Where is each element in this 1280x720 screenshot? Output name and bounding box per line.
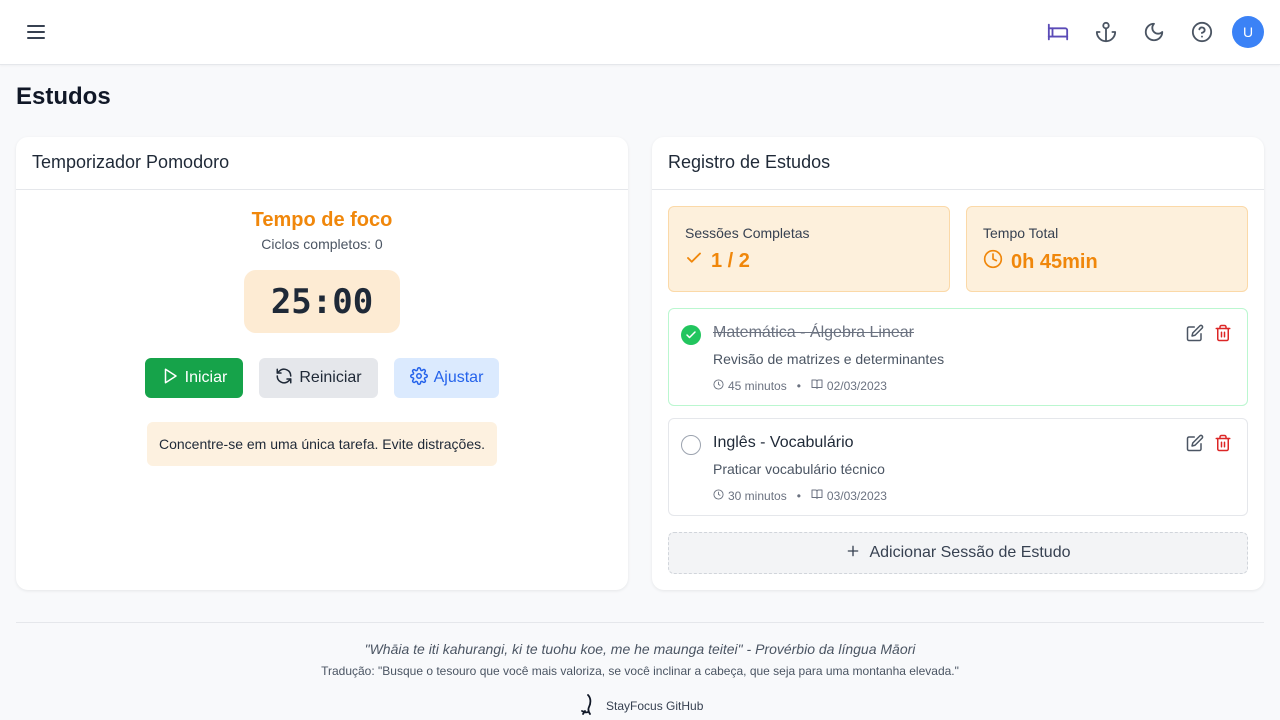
footer-translation: Tradução: "Busque o tesouro que você mai…: [321, 664, 959, 678]
time-stat: Tempo Total 0h 45min: [966, 206, 1248, 292]
anchor-icon[interactable]: [1094, 20, 1118, 44]
timer-display: 25:00: [244, 270, 400, 333]
edit-icon[interactable]: [1186, 324, 1204, 342]
reset-button[interactable]: Reiniciar: [259, 358, 378, 398]
adjust-button-label: Ajustar: [433, 369, 484, 386]
sessions-stat-value-row: 1 / 2: [685, 249, 933, 273]
reset-button-label: Reiniciar: [299, 369, 362, 386]
clock-icon: [983, 249, 1003, 275]
meta-separator: •: [796, 488, 801, 503]
start-button-label: Iniciar: [184, 369, 228, 386]
session-description: Praticar vocabulário técnico: [713, 461, 885, 477]
time-stat-label: Tempo Total: [983, 225, 1059, 241]
study-log-card: Registro de Estudos Sessões Completas 1 …: [652, 137, 1264, 590]
session-date: 02/03/2023: [826, 378, 887, 393]
adjust-button[interactable]: Ajustar: [394, 358, 499, 398]
session-description: Revisão de matrizes e determinantes: [713, 351, 945, 367]
github-link[interactable]: StayFocus GitHub: [580, 693, 704, 719]
menu-icon[interactable]: [24, 20, 48, 44]
book-icon: [811, 378, 823, 393]
cycles-counter: Ciclos completos: 0: [261, 236, 383, 252]
session-complete-checkbox[interactable]: [681, 435, 701, 455]
trash-icon[interactable]: [1214, 324, 1232, 342]
time-stat-value-row: 0h 45min: [983, 249, 1231, 275]
start-button[interactable]: Iniciar: [145, 358, 243, 398]
time-stat-value: 0h 45min: [1011, 250, 1098, 273]
check-icon: [685, 249, 703, 273]
focus-tip: Concentre-se em uma única tarefa. Evite …: [147, 422, 497, 466]
plus-icon: [845, 543, 861, 564]
gear-icon: [409, 366, 428, 390]
pomodoro-card: Temporizador Pomodoro Tempo de foco Cicl…: [16, 137, 628, 590]
session-title: Inglês - Vocabulário: [713, 434, 854, 451]
session-title: Matemática - Álgebra Linear: [713, 324, 914, 341]
top-bar: U: [0, 0, 1280, 65]
session-meta: 30 minutos • 03/03/2023: [713, 488, 887, 503]
pomodoro-card-title: Temporizador Pomodoro: [16, 137, 628, 190]
github-icon: [580, 693, 596, 719]
session-item: Matemática - Álgebra Linear Revisão de m…: [668, 308, 1248, 406]
add-study-session-label: Adicionar Sessão de Estudo: [869, 544, 1071, 561]
meta-separator: •: [796, 378, 801, 393]
moon-icon[interactable]: [1142, 20, 1166, 44]
bed-icon[interactable]: [1046, 20, 1070, 44]
trash-icon[interactable]: [1214, 434, 1232, 452]
sessions-stat: Sessões Completas 1 / 2: [668, 206, 950, 292]
study-log-card-title: Registro de Estudos: [652, 137, 1264, 190]
session-date: 03/03/2023: [826, 488, 887, 503]
footer-divider: [16, 622, 1264, 623]
edit-icon[interactable]: [1186, 434, 1204, 452]
clock-icon: [713, 378, 724, 393]
timer-mode-label: Tempo de foco: [251, 209, 393, 231]
book-icon: [811, 488, 823, 503]
session-meta: 45 minutos • 02/03/2023: [713, 378, 887, 393]
sessions-stat-value: 1 / 2: [711, 249, 750, 272]
footer-quote: "Whāia te iti kahurangi, ki te tuohu koe…: [364, 641, 916, 657]
session-duration: 45 minutos: [728, 378, 787, 393]
page-title: Estudos: [16, 83, 111, 110]
github-link-label: StayFocus GitHub: [606, 699, 704, 713]
play-icon: [161, 367, 179, 390]
add-study-session-button[interactable]: Adicionar Sessão de Estudo: [668, 532, 1248, 574]
avatar[interactable]: U: [1232, 16, 1264, 48]
session-complete-checkbox[interactable]: [681, 325, 701, 345]
sessions-stat-label: Sessões Completas: [685, 225, 810, 241]
clock-icon: [713, 488, 724, 503]
help-icon[interactable]: [1190, 20, 1214, 44]
session-duration: 30 minutos: [728, 488, 787, 503]
refresh-icon: [275, 367, 293, 390]
session-item: Inglês - Vocabulário Praticar vocabulári…: [668, 418, 1248, 516]
